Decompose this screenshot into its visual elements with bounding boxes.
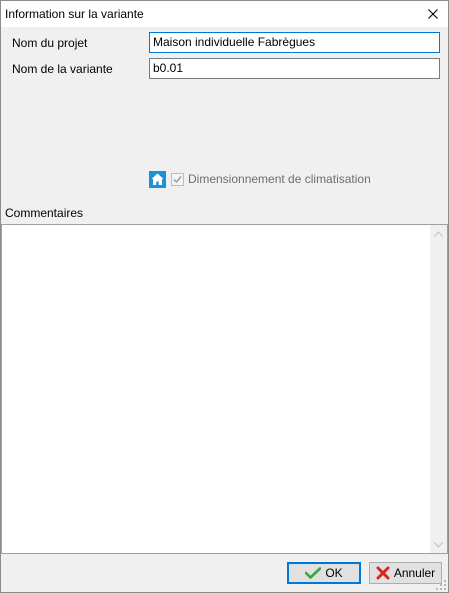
dialog-body: Nom du projet Maison individuelle Fabrèg… bbox=[1, 27, 448, 592]
resize-grip[interactable] bbox=[436, 580, 446, 590]
close-button[interactable] bbox=[418, 1, 448, 27]
variant-name-label: Nom de la variante bbox=[12, 62, 113, 76]
cooling-sizing-option: Dimensionnement de climatisation bbox=[149, 170, 371, 188]
check-icon bbox=[173, 175, 182, 183]
scroll-down-button[interactable] bbox=[430, 536, 447, 553]
red-cross-icon bbox=[376, 566, 390, 580]
comments-scrollbar[interactable] bbox=[430, 225, 447, 553]
cancel-button-label: Annuler bbox=[393, 566, 436, 580]
ok-button[interactable]: OK bbox=[287, 562, 361, 584]
home-icon[interactable] bbox=[149, 170, 166, 188]
cooling-sizing-checkbox[interactable] bbox=[171, 172, 184, 186]
project-name-label: Nom du projet bbox=[12, 36, 88, 50]
variant-name-input[interactable]: b0.01 bbox=[149, 58, 440, 79]
close-icon bbox=[428, 9, 438, 19]
green-check-icon bbox=[305, 567, 322, 579]
project-name-input[interactable]: Maison individuelle Fabrègues bbox=[149, 32, 440, 53]
comments-textarea[interactable] bbox=[1, 224, 448, 554]
scroll-up-button[interactable] bbox=[430, 225, 447, 242]
dialog-window: Information sur la variante Nom du proje… bbox=[0, 0, 449, 593]
cooling-sizing-label: Dimensionnement de climatisation bbox=[188, 172, 371, 186]
comments-label: Commentaires bbox=[5, 206, 84, 220]
chevron-up-icon bbox=[434, 230, 443, 237]
title-bar[interactable]: Information sur la variante bbox=[1, 1, 448, 27]
chevron-down-icon bbox=[434, 541, 443, 548]
cancel-button[interactable]: Annuler bbox=[369, 562, 442, 584]
window-title: Information sur la variante bbox=[5, 7, 144, 21]
ok-button-label: OK bbox=[325, 566, 343, 580]
